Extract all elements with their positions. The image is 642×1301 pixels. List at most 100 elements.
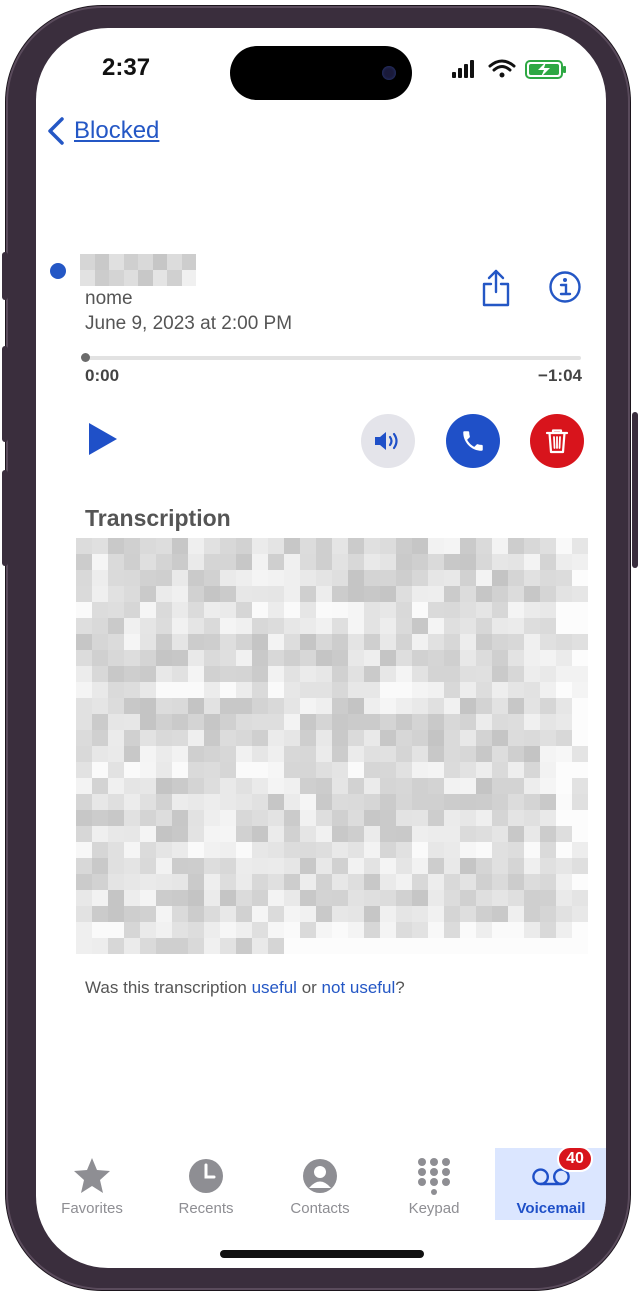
redacted-pixel	[556, 762, 572, 778]
redacted-pixel	[236, 602, 252, 618]
redacted-pixel	[460, 874, 476, 890]
redacted-pixel	[204, 586, 220, 602]
redacted-pixel	[444, 874, 460, 890]
tab-favorites[interactable]: Favorites	[36, 1148, 148, 1220]
redacted-pixel	[428, 570, 444, 586]
home-indicator[interactable]	[220, 1250, 424, 1258]
share-button[interactable]	[480, 268, 512, 308]
redacted-pixel	[172, 586, 188, 602]
redacted-pixel	[108, 602, 124, 618]
redacted-pixel	[508, 618, 524, 634]
delete-button[interactable]	[530, 414, 584, 468]
redacted-pixel	[172, 938, 188, 954]
call-back-button[interactable]	[446, 414, 500, 468]
redacted-pixel	[476, 938, 492, 954]
redacted-pixel	[316, 730, 332, 746]
redacted-pixel	[348, 794, 364, 810]
redacted-pixel	[428, 746, 444, 762]
redacted-pixel	[76, 570, 92, 586]
redacted-pixel	[332, 810, 348, 826]
speaker-button[interactable]	[361, 414, 415, 468]
redacted-pixel	[316, 634, 332, 650]
redacted-pixel	[380, 602, 396, 618]
redacted-pixel	[476, 762, 492, 778]
redacted-pixel	[428, 938, 444, 954]
transcription-text-redacted	[76, 538, 588, 954]
redacted-pixel	[412, 778, 428, 794]
redacted-pixel	[204, 602, 220, 618]
redacted-pixel	[364, 922, 380, 938]
useful-link[interactable]: useful	[252, 978, 297, 997]
redacted-pixel	[556, 874, 572, 890]
redacted-pixel	[236, 890, 252, 906]
redacted-pixel	[268, 906, 284, 922]
redacted-pixel	[316, 570, 332, 586]
redacted-pixel	[540, 602, 556, 618]
redacted-pixel	[172, 762, 188, 778]
redacted-pixel	[316, 778, 332, 794]
redacted-pixel	[540, 762, 556, 778]
redacted-pixel	[252, 682, 268, 698]
tab-recents[interactable]: Recents	[150, 1148, 262, 1220]
redacted-pixel	[412, 538, 428, 554]
redacted-pixel	[332, 554, 348, 570]
redacted-pixel	[556, 842, 572, 858]
redacted-pixel	[236, 634, 252, 650]
redacted-pixel	[156, 698, 172, 714]
camera-icon	[382, 66, 396, 80]
redacted-pixel	[140, 634, 156, 650]
redacted-pixel	[108, 938, 124, 954]
redacted-pixel	[540, 618, 556, 634]
redacted-pixel	[428, 634, 444, 650]
redacted-pixel	[76, 826, 92, 842]
redacted-pixel	[476, 810, 492, 826]
redacted-pixel	[236, 794, 252, 810]
redacted-pixel	[524, 938, 540, 954]
redacted-pixel	[108, 698, 124, 714]
redacted-pixel	[76, 714, 92, 730]
redacted-pixel	[348, 698, 364, 714]
redacted-pixel	[204, 762, 220, 778]
redacted-pixel	[108, 922, 124, 938]
tab-voicemail[interactable]: 40 Voicemail	[495, 1146, 606, 1220]
redacted-pixel	[124, 602, 140, 618]
redacted-pixel	[492, 682, 508, 698]
redacted-pixel	[508, 730, 524, 746]
tab-keypad[interactable]: Keypad	[378, 1148, 490, 1220]
redacted-pixel	[76, 698, 92, 714]
redacted-pixel	[572, 570, 588, 586]
redacted-pixel	[268, 538, 284, 554]
redacted-pixel	[524, 554, 540, 570]
redacted-pixel	[172, 826, 188, 842]
redacted-pixel	[572, 794, 588, 810]
redacted-pixel	[220, 618, 236, 634]
redacted-pixel	[508, 874, 524, 890]
redacted-pixel	[172, 698, 188, 714]
redacted-pixel	[124, 634, 140, 650]
redacted-pixel	[284, 922, 300, 938]
playback-scrubber[interactable]	[85, 356, 581, 360]
redacted-pixel	[284, 762, 300, 778]
back-button[interactable]: Blocked	[46, 116, 159, 146]
info-button[interactable]	[548, 270, 582, 304]
not-useful-link[interactable]: not useful	[322, 978, 396, 997]
scrubber-handle[interactable]	[81, 353, 90, 362]
redacted-pixel	[460, 778, 476, 794]
redacted-pixel	[156, 858, 172, 874]
redacted-pixel	[172, 714, 188, 730]
redacted-pixel	[364, 730, 380, 746]
redacted-pixel	[524, 874, 540, 890]
redacted-pixel	[396, 858, 412, 874]
tab-contacts[interactable]: Contacts	[264, 1148, 376, 1220]
redacted-pixel	[476, 890, 492, 906]
redacted-pixel	[108, 874, 124, 890]
redacted-pixel	[76, 650, 92, 666]
redacted-pixel	[300, 554, 316, 570]
redacted-pixel	[396, 730, 412, 746]
redacted-pixel	[476, 714, 492, 730]
redacted-pixel	[460, 714, 476, 730]
redacted-pixel	[316, 538, 332, 554]
redacted-pixel	[300, 922, 316, 938]
play-button[interactable]	[86, 420, 120, 458]
redacted-pixel	[284, 570, 300, 586]
